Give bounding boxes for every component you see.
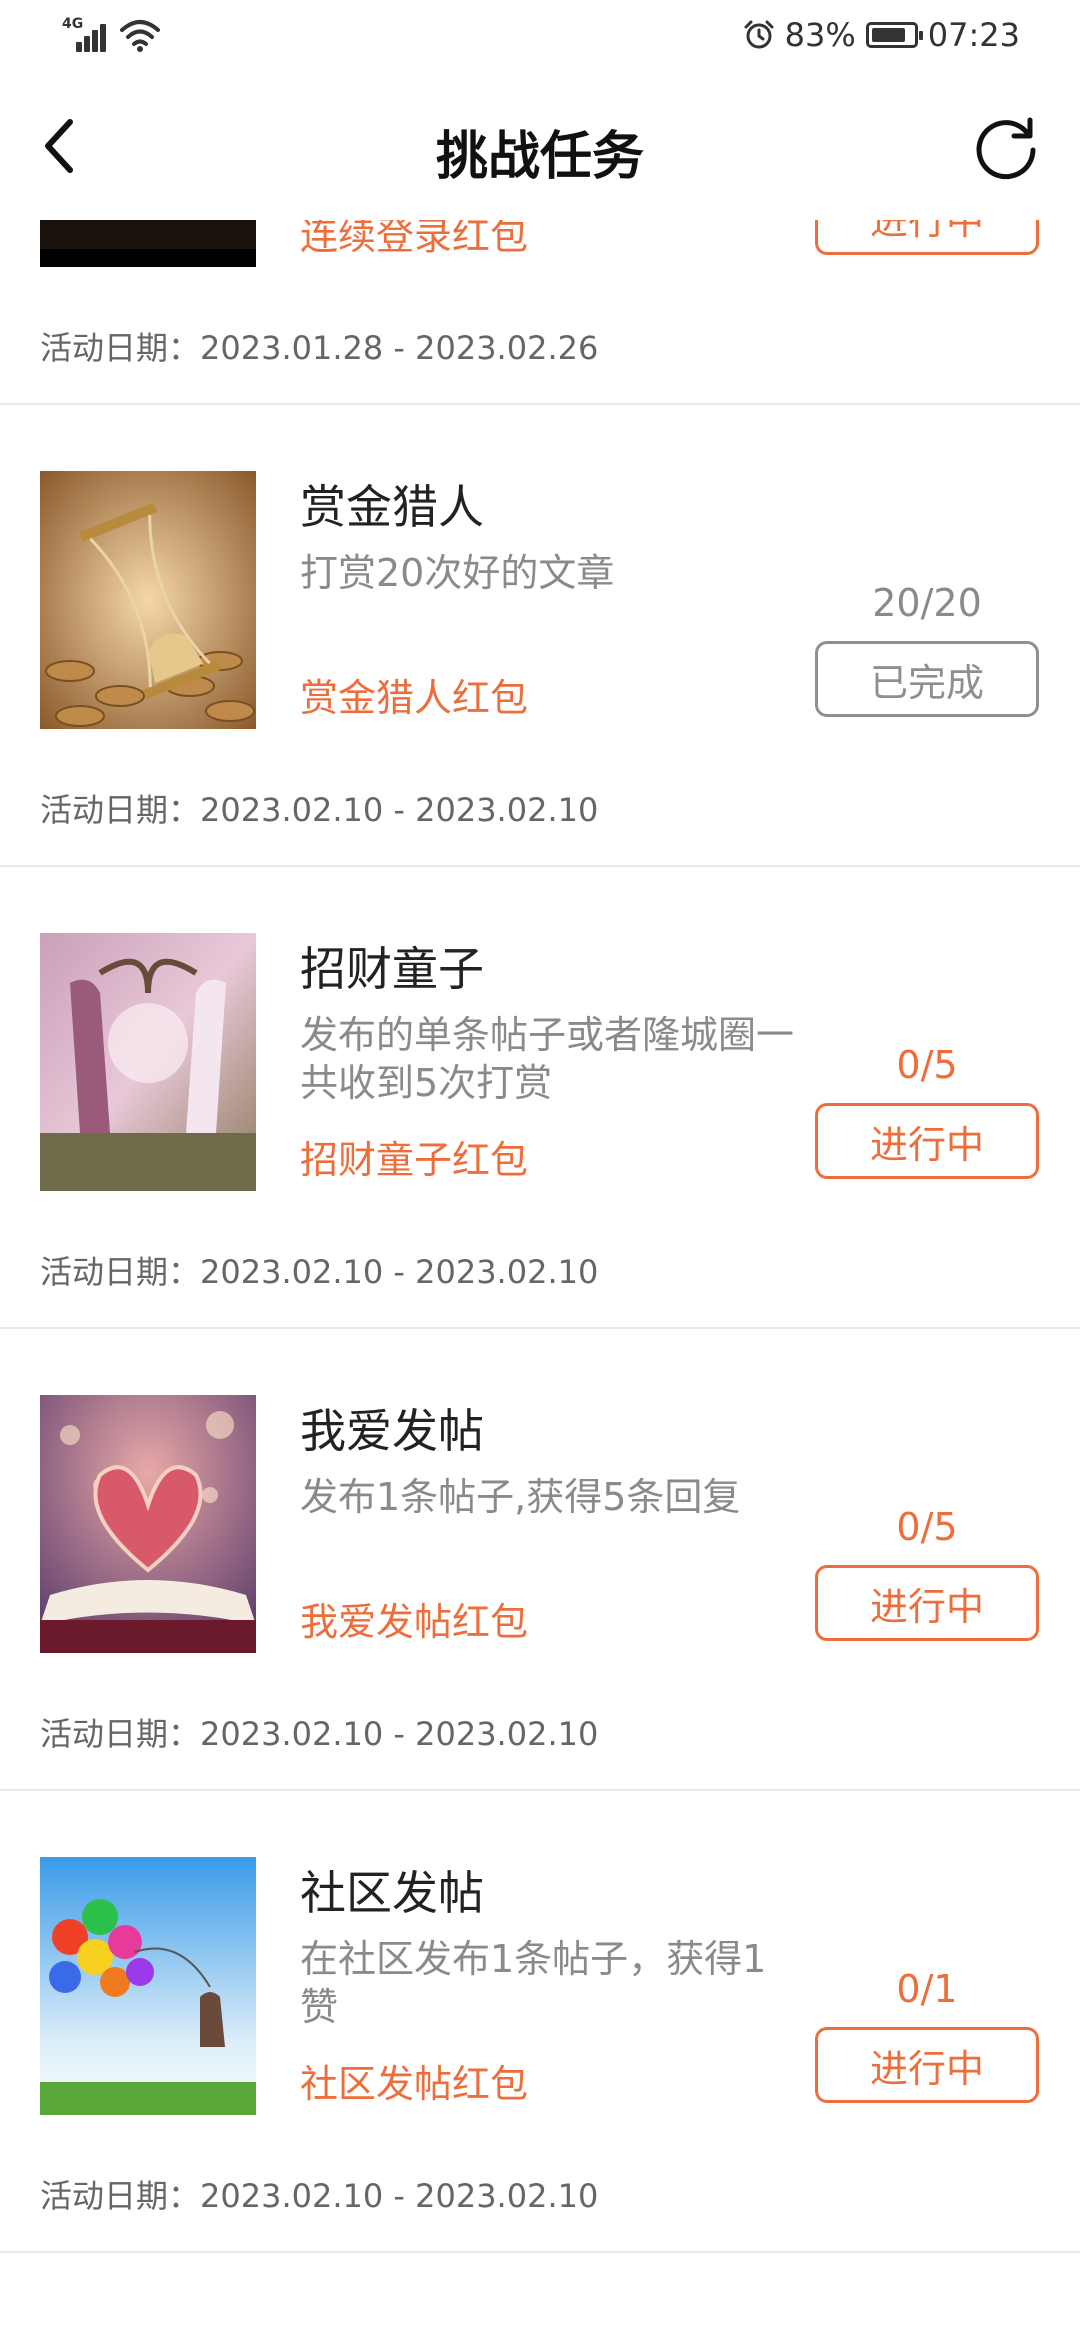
task-name: 社区发帖 [300, 1866, 484, 1920]
battery-icon [865, 22, 923, 48]
task-status-button[interactable]: 进行中 [815, 1565, 1039, 1641]
task-description: 打赏20次好的文章 [300, 551, 615, 595]
status-right: 83% 07:23 [743, 16, 1020, 54]
task-status-button[interactable]: 进行中 [815, 2027, 1039, 2103]
task-reward: 社区发帖红包 [300, 2062, 529, 2106]
task-progress: 0/1 [896, 1967, 958, 2011]
refresh-icon [976, 117, 1036, 180]
task-date: 活动日期：2023.02.10 - 2023.02.10 [40, 1253, 599, 1291]
task-description: 发布的单条帖子或者隆城圈一共收到5次打赏 [300, 1013, 795, 1105]
battery-percent: 83% [784, 16, 856, 54]
task-description: 发布1条帖子,获得5条回复 [300, 1475, 741, 1519]
task-progress: 0/5 [896, 1043, 958, 1087]
header-bar: 挑战任务 [0, 72, 1080, 220]
refresh-button[interactable] [970, 110, 1044, 184]
task-date: 活动日期：2023.01.28 - 2023.02.26 [40, 329, 599, 367]
wifi-icon [120, 20, 160, 52]
page-title: 挑战任务 [435, 127, 644, 187]
task-date: 活动日期：2023.02.10 - 2023.02.10 [40, 791, 599, 829]
network-type: 4G [62, 16, 84, 32]
task-reward: 赏金猎人红包 [300, 676, 529, 720]
task-name: 我爱发帖 [300, 1404, 484, 1458]
task-list[interactable]: 连续登录30天 连续登录红包 12/30 进行中 活动日期：2023.01.28… [0, 220, 1080, 2340]
task-reward: 我爱发帖红包 [300, 1600, 529, 1644]
status-left: 4G [62, 16, 160, 52]
task-reward: 连续登录红包 [300, 220, 529, 258]
task-status-button[interactable]: 已完成 [815, 641, 1039, 717]
task-name: 招财童子 [300, 942, 484, 996]
task-reward: 招财童子红包 [300, 1138, 529, 1182]
task-status-button[interactable]: 进行中 [815, 220, 1039, 255]
task-image-hourglass-coins [40, 471, 256, 729]
status-bar: 4G 83% 07:23 [0, 0, 1080, 72]
task-date: 活动日期：2023.02.10 - 2023.02.10 [40, 2177, 599, 2215]
task-name: 赏金猎人 [300, 480, 484, 534]
task-progress: 20/20 [872, 581, 982, 625]
task-status-button[interactable]: 进行中 [815, 1103, 1039, 1179]
task-image-girls-heart [40, 933, 256, 1191]
signal-icon: 4G [62, 16, 112, 52]
task-card-2[interactable]: 赏金猎人 打赏20次好的文章 赏金猎人红包 20/20 已完成 活动日期：202… [0, 405, 1080, 867]
task-card-4[interactable]: 我爱发帖 发布1条帖子,获得5条回复 我爱发帖红包 0/5 进行中 活动日期：2… [0, 1329, 1080, 1791]
task-image-book-heart [40, 1395, 256, 1653]
alarm-clock-icon [744, 20, 774, 49]
task-progress: 0/5 [896, 1505, 958, 1549]
task-date: 活动日期：2023.02.10 - 2023.02.10 [40, 1715, 599, 1753]
task-card-5[interactable]: 社区发帖 在社区发布1条帖子，获得1赞 社区发帖红包 0/1 进行中 活动日期：… [0, 1791, 1080, 2253]
clock-time: 07:23 [927, 16, 1020, 54]
task-image-balloons-child [40, 1857, 256, 2115]
task-image-silhouette-sunset [40, 220, 256, 267]
task-card-1[interactable]: 连续登录30天 连续登录红包 12/30 进行中 活动日期：2023.01.28… [0, 220, 1080, 405]
task-card-3[interactable]: 招财童子 发布的单条帖子或者隆城圈一共收到5次打赏 招财童子红包 0/5 进行中… [0, 867, 1080, 1329]
task-description: 在社区发布1条帖子，获得1赞 [300, 1937, 767, 2029]
task-list-inner: 连续登录30天 连续登录红包 12/30 进行中 活动日期：2023.01.28… [0, 220, 1080, 2253]
